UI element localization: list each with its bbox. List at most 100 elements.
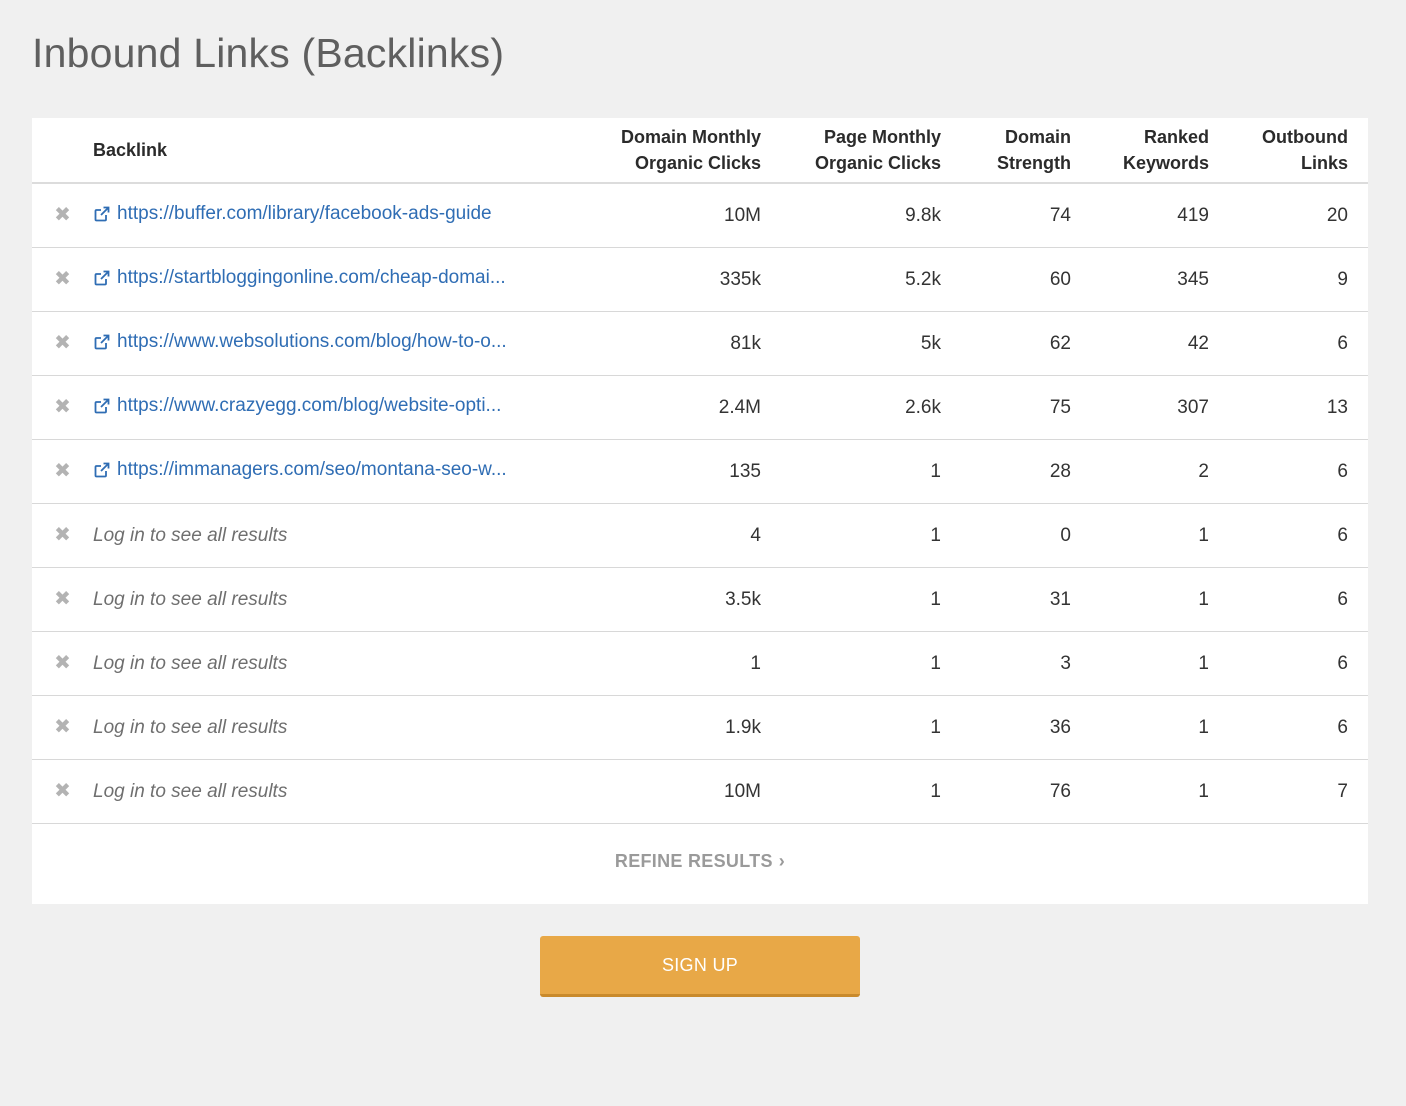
remove-cell: ✖ [32, 503, 93, 568]
remove-cell: ✖ [32, 311, 93, 376]
page-monthly-organic-clicks-cell: 1 [781, 503, 961, 568]
domain-strength-cell: 76 [961, 759, 1091, 824]
outbound-links-cell: 6 [1229, 695, 1368, 760]
header-domain-strength-line2: Strength [997, 153, 1071, 173]
domain-monthly-organic-clicks-cell: 335k [602, 247, 781, 312]
ranked-keywords-cell: 1 [1091, 759, 1229, 824]
backlink-cell: https://www.crazyegg.com/blog/website-op… [93, 375, 602, 440]
page-monthly-organic-clicks-cell: 5k [781, 311, 961, 376]
external-link-icon [93, 269, 111, 287]
domain-strength-cell: 36 [961, 695, 1091, 760]
close-x-icon[interactable]: ✖ [54, 525, 71, 545]
outbound-links-cell: 6 [1229, 631, 1368, 696]
outbound-links-cell: 6 [1229, 567, 1368, 632]
table-body: ✖ https://buffer.com/library/facebook-ads… [32, 183, 1368, 824]
domain-monthly-organic-clicks-cell: 135 [602, 439, 781, 504]
header-domain-strength-line1: Domain [1004, 127, 1071, 147]
domain-monthly-organic-clicks-cell: 10M [602, 183, 781, 248]
page-monthly-organic-clicks-cell: 1 [781, 439, 961, 504]
backlink-url-text: https://www.websolutions.com/blog/how-to… [117, 330, 507, 352]
outbound-links-cell: 13 [1229, 375, 1368, 440]
header-domain-strength[interactable]: Domain Strength [961, 118, 1091, 184]
ranked-keywords-cell: 2 [1091, 439, 1229, 504]
close-x-icon[interactable]: ✖ [54, 205, 71, 225]
header-page-monthly-organic-clicks[interactable]: Page Monthly Organic Clicks [781, 118, 961, 184]
external-link-icon [93, 333, 111, 351]
backlink-url-text: https://buffer.com/library/facebook-ads-… [117, 202, 492, 224]
domain-monthly-organic-clicks-cell: 3.5k [602, 567, 781, 632]
table-row: ✖ Log in to see all results 4 1 0 1 6 [32, 503, 1368, 568]
domain-monthly-organic-clicks-cell: 10M [602, 759, 781, 824]
close-x-icon[interactable]: ✖ [54, 781, 71, 801]
ranked-keywords-cell: 345 [1091, 247, 1229, 312]
backlink-url-text: https://immanagers.com/seo/montana-seo-w… [117, 458, 507, 480]
outbound-links-cell: 20 [1229, 183, 1368, 248]
domain-monthly-organic-clicks-cell: 4 [602, 503, 781, 568]
close-x-icon[interactable]: ✖ [54, 397, 71, 417]
outbound-links-cell: 6 [1229, 439, 1368, 504]
outbound-links-cell: 6 [1229, 503, 1368, 568]
external-link-icon [93, 205, 111, 223]
close-x-icon[interactable]: ✖ [54, 653, 71, 673]
domain-strength-cell: 0 [961, 503, 1091, 568]
ranked-keywords-cell: 1 [1091, 631, 1229, 696]
header-outbound-links[interactable]: Outbound Links [1229, 118, 1368, 184]
backlink-url-text: https://www.crazyegg.com/blog/website-op… [117, 394, 502, 416]
backlink-url-link[interactable]: https://immanagers.com/seo/montana-seo-w… [93, 459, 507, 481]
header-ranked-keywords[interactable]: Ranked Keywords [1091, 118, 1229, 184]
page-monthly-organic-clicks-cell: 1 [781, 759, 961, 824]
header-domain-monthly-organic-clicks[interactable]: Domain Monthly Organic Clicks [602, 118, 781, 184]
header-domain-monthly-organic-clicks-line1: Domain Monthly [621, 127, 761, 147]
backlink-cell: Log in to see all results [93, 567, 602, 632]
backlink-cell: https://www.websolutions.com/blog/how-to… [93, 311, 602, 376]
backlink-cell: https://immanagers.com/seo/montana-seo-w… [93, 439, 602, 504]
table-row: ✖ Log in to see all results 1.9k 1 36 1 6 [32, 695, 1368, 760]
ranked-keywords-cell: 307 [1091, 375, 1229, 440]
backlink-cell: https://startbloggingonline.com/cheap-do… [93, 247, 602, 312]
backlink-url-link[interactable]: https://startbloggingonline.com/cheap-do… [93, 267, 506, 289]
domain-monthly-organic-clicks-cell: 2.4M [602, 375, 781, 440]
close-x-icon[interactable]: ✖ [54, 461, 71, 481]
table-row: ✖ https://buffer.com/library/facebook-ads… [32, 183, 1368, 248]
table-row: ✖ Log in to see all results 10M 1 76 1 7 [32, 759, 1368, 824]
close-x-icon[interactable]: ✖ [54, 589, 71, 609]
header-backlink[interactable]: Backlink [93, 118, 602, 184]
backlink-url-link[interactable]: https://www.websolutions.com/blog/how-to… [93, 331, 507, 353]
refine-results-link[interactable]: REFINE RESULTS › [32, 851, 1368, 872]
header-outbound-links-line1: Outbound [1262, 127, 1348, 147]
backlink-cell: Log in to see all results [93, 695, 602, 760]
remove-cell: ✖ [32, 375, 93, 440]
header-outbound-links-line2: Links [1300, 153, 1348, 173]
domain-strength-cell: 74 [961, 183, 1091, 248]
external-link-icon [93, 397, 111, 415]
backlink-url-link[interactable]: https://www.crazyegg.com/blog/website-op… [93, 395, 501, 417]
backlink-url-link[interactable]: https://buffer.com/library/facebook-ads-… [93, 203, 492, 225]
header-ranked-keywords-line2: Keywords [1122, 153, 1209, 173]
page-monthly-organic-clicks-cell: 5.2k [781, 247, 961, 312]
remove-cell: ✖ [32, 695, 93, 760]
chevron-right-icon: › [778, 851, 786, 871]
login-prompt-text: Log in to see all results [93, 524, 288, 546]
domain-strength-cell: 28 [961, 439, 1091, 504]
close-x-icon[interactable]: ✖ [54, 717, 71, 737]
login-prompt-text: Log in to see all results [93, 716, 288, 738]
page-title: Inbound Links (Backlinks) [32, 30, 505, 76]
table-row: ✖ https://immanagers.com/seo/montana-seo-… [32, 439, 1368, 504]
login-prompt-text: Log in to see all results [93, 652, 288, 674]
domain-monthly-organic-clicks-cell: 1.9k [602, 695, 781, 760]
close-x-icon[interactable]: ✖ [54, 333, 71, 353]
sign-up-button[interactable]: SIGN UP [540, 936, 860, 997]
table-header: Backlink Domain Monthly Organic Clicks P… [32, 118, 1368, 184]
close-x-icon[interactable]: ✖ [54, 269, 71, 289]
outbound-links-cell: 6 [1229, 311, 1368, 376]
backlink-cell: https://buffer.com/library/facebook-ads-… [93, 183, 602, 248]
refine-results-label: REFINE RESULTS [614, 851, 773, 871]
page-monthly-organic-clicks-cell: 9.8k [781, 183, 961, 248]
outbound-links-cell: 9 [1229, 247, 1368, 312]
backlinks-table: Backlink Domain Monthly Organic Clicks P… [32, 118, 1368, 824]
ranked-keywords-cell: 1 [1091, 695, 1229, 760]
remove-cell: ✖ [32, 439, 93, 504]
ranked-keywords-cell: 1 [1091, 503, 1229, 568]
backlinks-card: Backlink Domain Monthly Organic Clicks P… [32, 118, 1368, 904]
ranked-keywords-cell: 1 [1091, 567, 1229, 632]
